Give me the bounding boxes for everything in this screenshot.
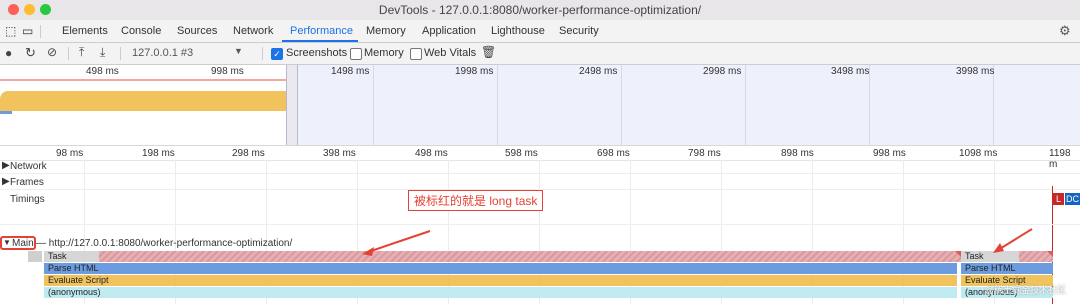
red-arrow-to-task-left — [374, 286, 432, 304]
arrowhead-right — [993, 243, 1004, 253]
red-arrow-left — [372, 284, 432, 304]
red-arrow-1 — [368, 284, 430, 304]
arrowhead-left — [362, 247, 374, 256]
arrow-left — [368, 285, 432, 304]
arrow-pointer-left — [372, 284, 434, 304]
arrow-to-long-task — [370, 283, 450, 304]
arrow-left-shaft — [430, 285, 432, 286]
annotation-arrows — [362, 228, 1033, 304]
arrow-long-task-left — [371, 284, 431, 304]
arrow-drawn-left — [367, 230, 431, 253]
watermark: @稀土掘金技术社区 — [985, 285, 1067, 295]
arrow-a — [373, 284, 430, 304]
arrow-drawn-right — [997, 228, 1033, 251]
